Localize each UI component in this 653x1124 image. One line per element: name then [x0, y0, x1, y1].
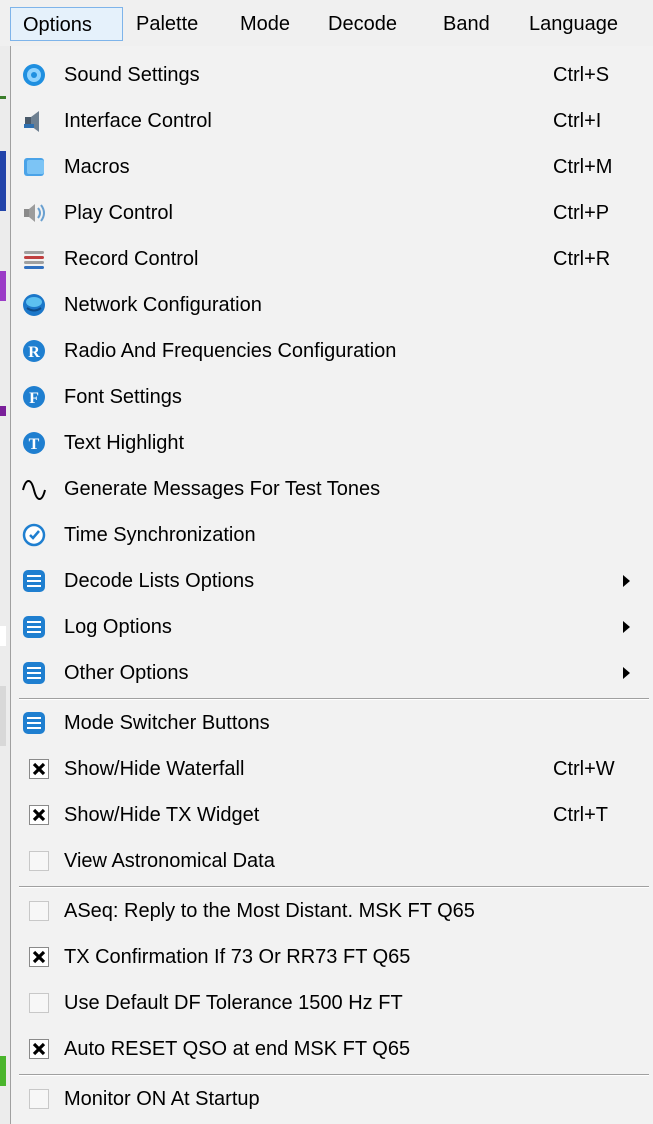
menu-check-show-hide-waterfall[interactable]: Show/Hide Waterfall Ctrl+W	[11, 746, 652, 792]
menu-language[interactable]: Language	[529, 7, 618, 41]
list-icon	[21, 660, 47, 686]
menu-item-record-control[interactable]: Record Control Ctrl+R	[11, 236, 652, 282]
checkbox-unchecked[interactable]	[29, 993, 49, 1013]
scroll-icon	[21, 154, 47, 180]
menu-band[interactable]: Band	[443, 7, 490, 41]
menu-mode[interactable]: Mode	[240, 7, 290, 41]
menu-item-time-sync[interactable]: Time Synchronization	[11, 512, 652, 558]
menu-item-decode-lists-options[interactable]: Decode Lists Options	[11, 558, 652, 604]
globe-icon	[21, 292, 47, 318]
menu-item-log-options[interactable]: Log Options	[11, 604, 652, 650]
menu-item-generate-test-tones[interactable]: Generate Messages For Test Tones	[11, 466, 652, 512]
speaker-tools-icon	[21, 108, 47, 134]
menu-item-other-options[interactable]: Other Options	[11, 650, 652, 696]
cable-icon	[21, 246, 47, 272]
background-window-edge	[0, 46, 10, 1124]
menu-item-play-control[interactable]: Play Control Ctrl+P	[11, 190, 652, 236]
menu-item-font-settings[interactable]: F Font Settings	[11, 374, 652, 420]
menu-options[interactable]: Options	[10, 7, 123, 41]
speaker-icon	[21, 200, 47, 226]
list-icon	[21, 614, 47, 640]
checkbox-checked[interactable]	[29, 759, 49, 779]
checkbox-unchecked[interactable]	[29, 901, 49, 921]
letter-t-icon: T	[21, 430, 47, 456]
menu-check-auto-reset-qso[interactable]: Auto RESET QSO at end MSK FT Q65	[11, 1026, 652, 1072]
menu-decode[interactable]: Decode	[328, 7, 397, 41]
menu-item-text-highlight[interactable]: T Text Highlight	[11, 420, 652, 466]
menu-item-network-configuration[interactable]: Network Configuration	[11, 282, 652, 328]
checkbox-checked[interactable]	[29, 805, 49, 825]
options-dropdown-menu: Sound Settings Ctrl+S Interface Control …	[10, 46, 653, 1124]
menu-item-macros[interactable]: Macros Ctrl+M	[11, 144, 652, 190]
menu-check-aseq-reply-most-distant[interactable]: ASeq: Reply to the Most Distant. MSK FT …	[11, 888, 652, 934]
menu-item-radio-frequencies[interactable]: R Radio And Frequencies Configuration	[11, 328, 652, 374]
menu-check-show-hide-tx-widget[interactable]: Show/Hide TX Widget Ctrl+T	[11, 792, 652, 838]
menu-check-view-astronomical-data[interactable]: View Astronomical Data	[11, 838, 652, 884]
svg-text:F: F	[29, 390, 39, 407]
submenu-arrow-icon	[623, 621, 630, 633]
gear-icon	[21, 62, 47, 88]
menu-check-tx-confirmation[interactable]: TX Confirmation If 73 Or RR73 FT Q65	[11, 934, 652, 980]
submenu-arrow-icon	[623, 575, 630, 587]
sine-wave-icon	[21, 476, 47, 502]
menu-check-default-df-tolerance[interactable]: Use Default DF Tolerance 1500 Hz FT	[11, 980, 652, 1026]
checkbox-checked[interactable]	[29, 1039, 49, 1059]
list-icon	[21, 710, 47, 736]
menu-item-mode-switcher-buttons[interactable]: Mode Switcher Buttons	[11, 700, 652, 746]
list-icon	[21, 568, 47, 594]
svg-text:R: R	[28, 344, 40, 361]
checkbox-unchecked[interactable]	[29, 1089, 49, 1109]
menu-bar: Options Palette Mode Decode Band Languag…	[0, 0, 653, 47]
menu-check-monitor-on-startup[interactable]: Monitor ON At Startup	[11, 1076, 652, 1122]
menu-item-interface-control[interactable]: Interface Control Ctrl+I	[11, 98, 652, 144]
letter-r-icon: R	[21, 338, 47, 364]
svg-text:T: T	[29, 436, 40, 453]
letter-f-icon: F	[21, 384, 47, 410]
menu-palette[interactable]: Palette	[136, 7, 198, 41]
clock-sync-icon	[21, 522, 47, 548]
submenu-arrow-icon	[623, 667, 630, 679]
menu-item-sound-settings[interactable]: Sound Settings Ctrl+S	[11, 52, 652, 98]
checkbox-unchecked[interactable]	[29, 851, 49, 871]
checkbox-checked[interactable]	[29, 947, 49, 967]
